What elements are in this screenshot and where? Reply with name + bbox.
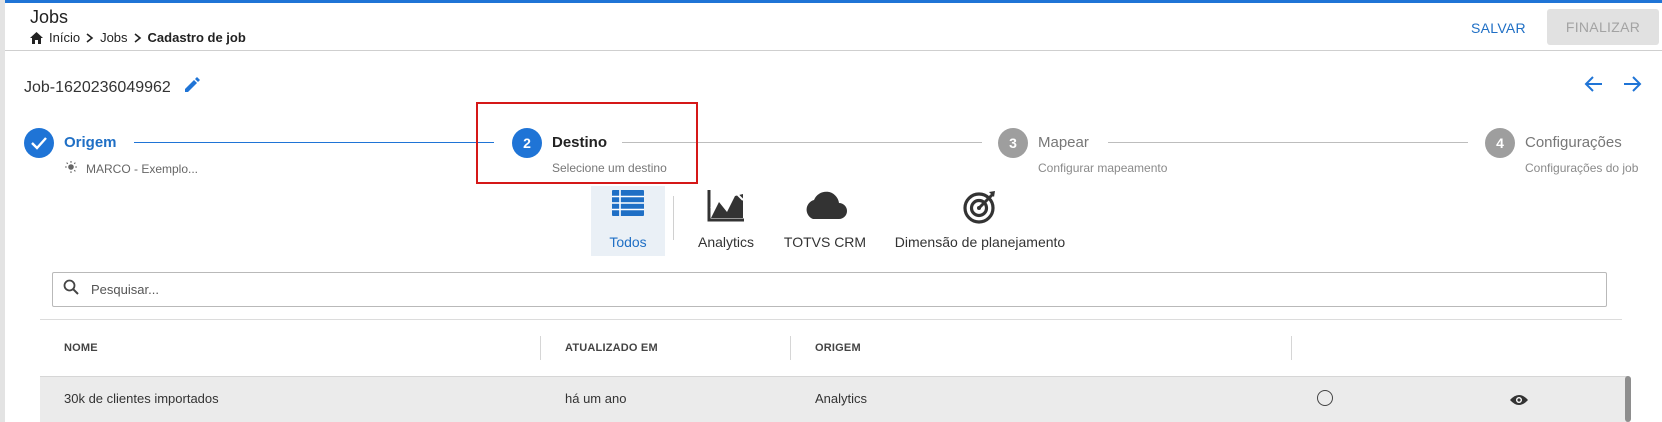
home-icon[interactable] bbox=[30, 31, 43, 44]
step-3-label[interactable]: Mapear bbox=[1038, 134, 1089, 151]
filter-divider bbox=[673, 196, 674, 240]
filter-analytics-label: Analytics bbox=[697, 234, 755, 250]
filter-dimensao-label: Dimensão de planejamento bbox=[894, 234, 1066, 250]
arrow-right-icon[interactable] bbox=[1620, 72, 1644, 96]
chevron-right-icon bbox=[134, 32, 142, 43]
eye-icon[interactable] bbox=[1510, 393, 1528, 411]
target-icon bbox=[962, 190, 998, 227]
job-name: Job-1620236049962 bbox=[24, 76, 201, 99]
job-name-text: Job-1620236049962 bbox=[24, 78, 171, 96]
chart-icon bbox=[707, 190, 745, 225]
step-3-description: Configurar mapeamento bbox=[1038, 161, 1168, 175]
table-divider bbox=[40, 319, 1622, 320]
scrollbar[interactable] bbox=[1625, 376, 1631, 422]
filter-analytics[interactable]: Analytics bbox=[690, 186, 762, 256]
breadcrumb-item-jobs[interactable]: Jobs bbox=[100, 30, 127, 45]
search-input[interactable] bbox=[91, 282, 1491, 297]
step-1-label[interactable]: Origem bbox=[64, 134, 117, 151]
step-4-label[interactable]: Configurações bbox=[1525, 134, 1622, 151]
search-box[interactable] bbox=[52, 272, 1607, 307]
filter-todos-label: Todos bbox=[609, 234, 647, 250]
highlight-box bbox=[476, 102, 698, 184]
step-1-description-text: MARCO - Exemplo... bbox=[86, 161, 199, 176]
column-divider bbox=[1291, 336, 1292, 360]
edit-icon[interactable] bbox=[183, 76, 201, 99]
row-updated: há um ano bbox=[565, 391, 627, 406]
search-icon bbox=[63, 279, 79, 300]
row-name: 30k de clientes importados bbox=[64, 391, 219, 406]
page-header: Jobs Início Jobs Cadastro de job SALVAR … bbox=[5, 3, 1662, 51]
column-divider bbox=[540, 336, 541, 360]
filter-totvs-crm-label: TOTVS CRM bbox=[783, 234, 867, 250]
column-header-nome[interactable]: NOME bbox=[64, 342, 98, 354]
step-3-number[interactable]: 3 bbox=[998, 128, 1028, 158]
stepper-connector bbox=[134, 142, 494, 143]
filter-dimensao[interactable]: Dimensão de planejamento bbox=[890, 186, 1070, 256]
breadcrumb: Início Jobs Cadastro de job bbox=[30, 30, 246, 45]
breadcrumb-item-current: Cadastro de job bbox=[147, 30, 246, 45]
list-icon bbox=[612, 190, 644, 219]
breadcrumb-item-inicio[interactable]: Início bbox=[49, 30, 80, 45]
step-4-description: Configurações do job bbox=[1525, 161, 1639, 175]
left-edge bbox=[0, 0, 5, 422]
cloud-icon bbox=[803, 190, 847, 223]
stepper-connector bbox=[1108, 142, 1468, 143]
column-divider bbox=[790, 336, 791, 360]
row-select-radio[interactable] bbox=[1317, 390, 1333, 406]
chevron-right-icon bbox=[86, 32, 94, 43]
finish-button[interactable]: FINALIZAR bbox=[1547, 9, 1659, 45]
arrow-left-icon[interactable] bbox=[1582, 72, 1606, 96]
step-4-number[interactable]: 4 bbox=[1485, 128, 1515, 158]
save-button[interactable]: SALVAR bbox=[1461, 14, 1536, 42]
step-1-description: MARCO - Exemplo... bbox=[64, 161, 198, 176]
page-title: Jobs bbox=[30, 7, 69, 27]
row-origin: Analytics bbox=[815, 391, 868, 406]
column-header-origem[interactable]: ORIGEM bbox=[815, 342, 861, 354]
step-1-done-icon[interactable] bbox=[24, 128, 54, 158]
lightbulb-icon bbox=[64, 161, 78, 176]
column-header-atualizado[interactable]: ATUALIZADO EM bbox=[565, 342, 658, 354]
filter-totvs-crm[interactable]: TOTVS CRM bbox=[780, 186, 870, 256]
filter-todos[interactable]: Todos bbox=[591, 186, 665, 256]
